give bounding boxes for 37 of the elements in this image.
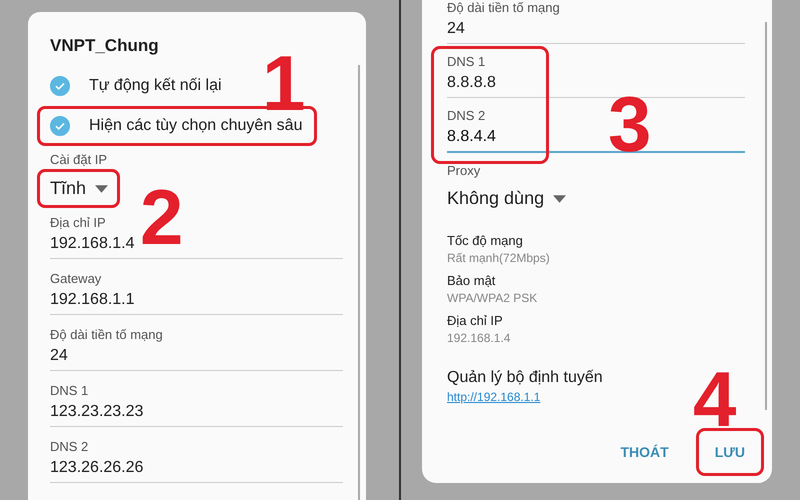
checkbox-label: Hiện các tùy chọn chuyên sâu xyxy=(89,117,302,135)
input-field[interactable]: 192.168.1.1 xyxy=(50,291,343,309)
scrollbar[interactable] xyxy=(358,65,360,500)
field-label: Cài đặt IP xyxy=(50,152,108,167)
proxy-dropdown[interactable]: Không dùng xyxy=(447,184,566,213)
caret-icon xyxy=(553,194,566,202)
input-field[interactable]: 123.26.26.26 xyxy=(50,459,343,477)
field-label: Proxy xyxy=(447,163,482,178)
checkbox[interactable] xyxy=(50,76,70,96)
router-heading: Quản lý bộ định tuyến xyxy=(447,369,604,387)
field-label: Địa chỉ IP xyxy=(50,215,107,230)
field-label: Gateway xyxy=(50,271,102,286)
dialog-title: VNPT_Chung xyxy=(50,36,160,56)
info-label: Bảo mật xyxy=(447,273,496,288)
field-label: Độ dài tiền tố mạng xyxy=(447,0,561,15)
cancel-button[interactable]: THOÁT xyxy=(602,428,688,476)
input-field[interactable]: 24 xyxy=(50,347,343,365)
info-value: WPA/WPA2 PSK xyxy=(447,291,538,305)
scrollbar[interactable] xyxy=(765,22,767,410)
checkbox-label: Tự động kết nối lại xyxy=(89,77,222,95)
field-label: DNS 1 xyxy=(447,54,486,69)
router-link[interactable]: http://192.168.1.1 xyxy=(447,390,540,404)
caret-icon xyxy=(95,184,108,192)
field-label: DNS 1 xyxy=(50,383,90,398)
step-number: 2 xyxy=(140,178,184,256)
ip-setting-dropdown[interactable]: Tĩnh xyxy=(37,169,120,208)
input-field[interactable]: 24 xyxy=(447,20,745,38)
save-button[interactable]: LƯU xyxy=(696,428,764,476)
field-label: Độ dài tiền tố mạng xyxy=(50,327,164,342)
checkbox[interactable] xyxy=(50,116,70,136)
field-label: DNS 2 xyxy=(50,439,90,454)
input-field[interactable]: 123.23.23.23 xyxy=(50,403,343,421)
info-label: Địa chỉ IP xyxy=(447,313,504,328)
field-label: DNS 2 xyxy=(447,108,486,123)
info-label: Tốc độ mạng xyxy=(447,233,524,248)
info-value: Rất mạnh(72Mbps) xyxy=(447,251,551,265)
info-value: 192.168.1.4 xyxy=(447,331,512,345)
